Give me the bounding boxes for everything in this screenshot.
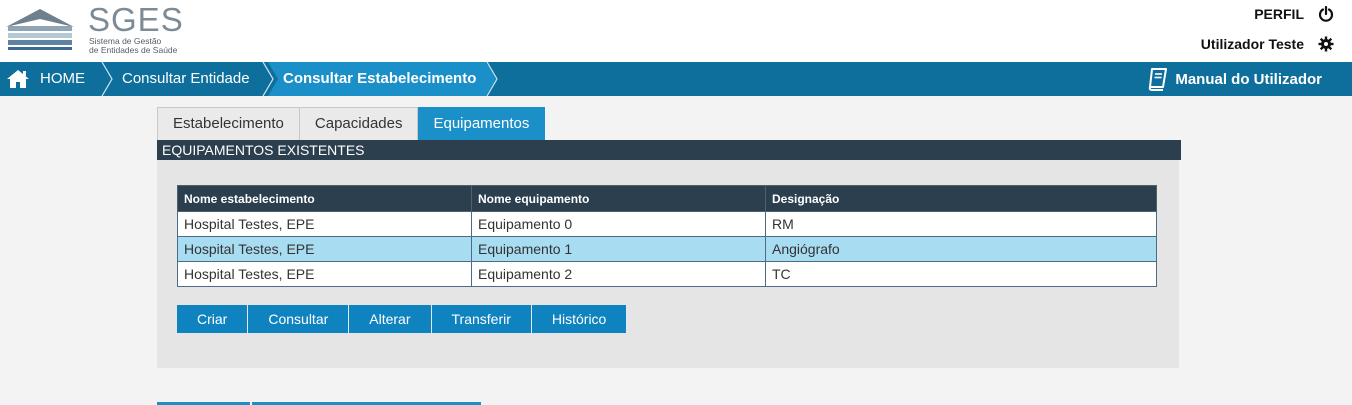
logo-subtitle-line2: de Entidades de Saúde [89, 45, 178, 55]
user-area: PERFIL Utilizador Teste [1201, 4, 1334, 54]
cell-nome-estabelecimento: Hospital Testes, EPE [177, 211, 472, 237]
cell-designacao: RM [765, 211, 1157, 237]
tab-capacidades[interactable]: Capacidades [299, 107, 419, 140]
breadcrumb-separator-icon [101, 62, 113, 96]
breadcrumb-home[interactable]: HOME [6, 62, 85, 96]
user-row: Utilizador Teste [1201, 34, 1334, 54]
user-name: Utilizador Teste [1200, 36, 1304, 52]
sges-logo[interactable]: SGES Sistema de Gestão de Entidades de S… [6, 1, 206, 58]
cell-nome-equipamento: Equipamento 2 [471, 261, 766, 287]
tab-equipamentos[interactable]: Equipamentos [418, 107, 546, 140]
cell-nome-equipamento: Equipamento 0 [471, 211, 766, 237]
gear-icon[interactable] [1318, 36, 1334, 52]
cell-nome-estabelecimento: Hospital Testes, EPE [177, 261, 472, 287]
cell-nome-equipamento: Equipamento 1 [471, 236, 766, 262]
column-header-nome-equipamento[interactable]: Nome equipamento [471, 185, 766, 212]
cell-nome-estabelecimento: Hospital Testes, EPE [177, 236, 472, 262]
alterar-button[interactable]: Alterar [349, 305, 432, 333]
cell-designacao: TC [765, 261, 1157, 287]
criar-button[interactable]: Criar [177, 305, 249, 333]
column-header-designacao[interactable]: Designação [765, 185, 1157, 212]
table-row[interactable]: Hospital Testes, EPE Equipamento 0 RM [177, 211, 1157, 237]
logo-title: SGES [88, 1, 184, 38]
cell-designacao: Angiógrafo [765, 236, 1157, 262]
perfil-row: PERFIL [1201, 4, 1334, 24]
breadcrumb-consultar-estabelecimento[interactable]: Consultar Estabelecimento [283, 62, 476, 96]
home-icon [7, 70, 29, 88]
action-toolbar: Criar Consultar Alterar Transferir Histó… [177, 305, 628, 333]
breadcrumb-separator-icon [486, 62, 498, 96]
app-header: SGES Sistema de Gestão de Entidades de S… [0, 0, 1352, 62]
logo-subtitle: Sistema de Gestão de Entidades de Saúde [89, 37, 177, 55]
logo-mark-icon [6, 9, 74, 50]
manual-label: Manual do Utilizador [1175, 70, 1322, 88]
equipamentos-table: Nome estabelecimento Nome equipamento De… [177, 185, 1157, 287]
perfil-link[interactable]: PERFIL [1254, 6, 1304, 22]
table-row-selected[interactable]: Hospital Testes, EPE Equipamento 1 Angió… [177, 236, 1157, 262]
historico-button[interactable]: Histórico [531, 305, 628, 333]
transferir-button[interactable]: Transferir [431, 305, 532, 333]
section-header: EQUIPAMENTOS EXISTENTES [157, 140, 1181, 160]
book-icon [1149, 68, 1168, 91]
column-header-nome-estabelecimento[interactable]: Nome estabelecimento [177, 185, 472, 212]
consultar-button[interactable]: Consultar [248, 305, 350, 333]
table-row[interactable]: Hospital Testes, EPE Equipamento 2 TC [177, 261, 1157, 287]
power-icon[interactable] [1318, 6, 1334, 22]
breadcrumb-home-label: HOME [40, 70, 85, 87]
manual-link[interactable]: Manual do Utilizador [1147, 62, 1322, 96]
table-header-row: Nome estabelecimento Nome equipamento De… [177, 185, 1157, 212]
breadcrumb: HOME Consultar Entidade Consultar Estabe… [0, 62, 1352, 96]
section-title: EQUIPAMENTOS EXISTENTES [162, 142, 365, 158]
breadcrumb-separator-icon [262, 62, 274, 96]
breadcrumb-consultar-entidade[interactable]: Consultar Entidade [122, 62, 250, 96]
tab-estabelecimento[interactable]: Estabelecimento [157, 107, 300, 140]
tab-bar: Estabelecimento Capacidades Equipamentos [157, 107, 546, 140]
